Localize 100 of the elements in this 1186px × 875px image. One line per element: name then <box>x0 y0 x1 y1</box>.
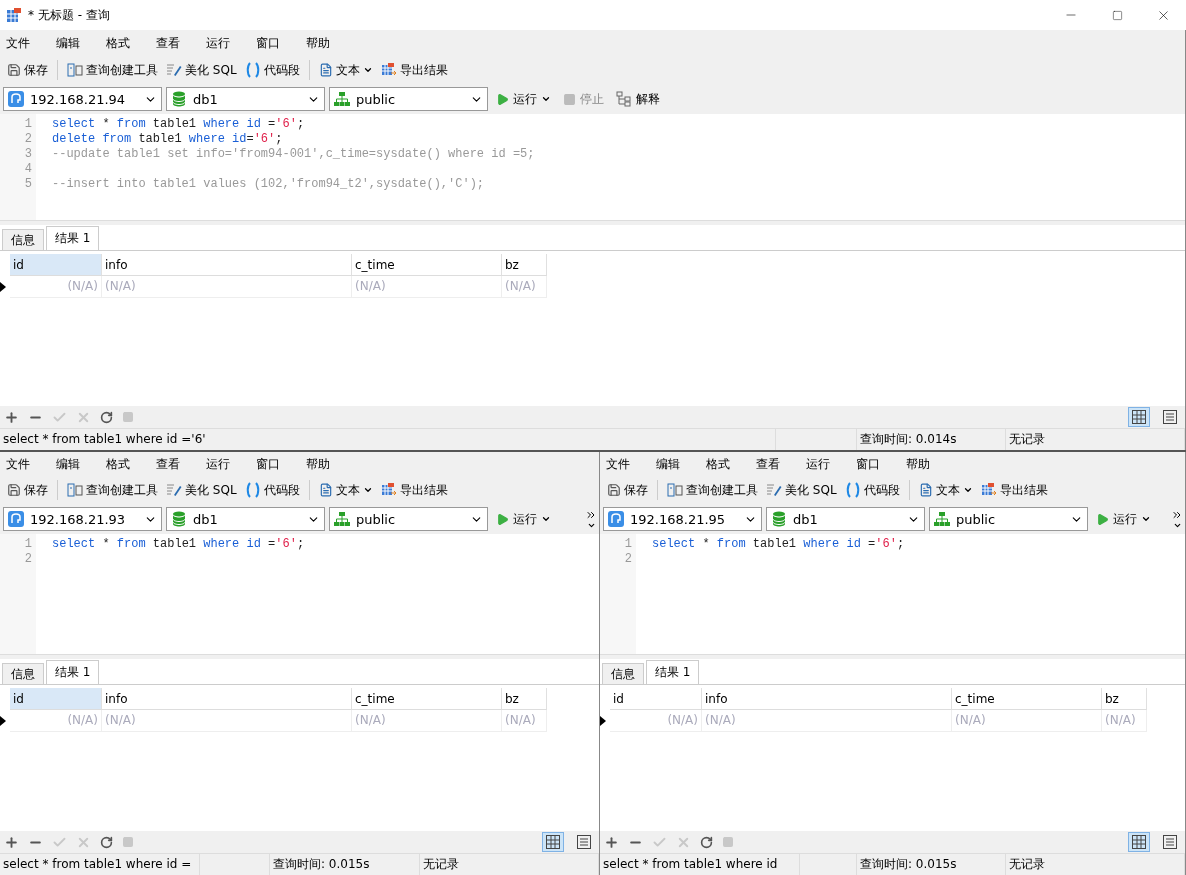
toolbar-button[interactable]: 代码段 <box>241 479 303 501</box>
column-header[interactable]: c_time <box>352 688 502 710</box>
column-header[interactable]: id <box>10 688 102 710</box>
database-select[interactable]: db1 <box>166 87 325 111</box>
column-header[interactable]: c_time <box>352 254 502 276</box>
toolbar-button[interactable]: 美化 SQL <box>163 479 240 501</box>
menu-item[interactable]: 帮助 <box>902 452 952 476</box>
export-icon <box>980 482 997 498</box>
add-icon[interactable] <box>4 834 19 850</box>
database-select[interactable]: db1 <box>166 507 325 531</box>
menu-item[interactable]: 编辑 <box>52 30 102 56</box>
toolbar-button[interactable]: 运行 <box>1092 508 1155 530</box>
menu-item[interactable]: 窗口 <box>852 452 902 476</box>
line-number: 4 <box>23 162 33 177</box>
menu-item[interactable]: 格式 <box>102 452 152 476</box>
table-cell: (N/A) <box>352 710 502 732</box>
beautify-icon <box>166 483 182 497</box>
refresh-icon[interactable] <box>100 835 113 849</box>
schema-select[interactable]: public <box>329 87 488 111</box>
grid-view-button[interactable] <box>1128 832 1150 852</box>
menu-item[interactable]: 编辑 <box>652 452 702 476</box>
save-icon <box>7 63 21 77</box>
column-header[interactable]: info <box>102 254 352 276</box>
menu-item[interactable]: 查看 <box>152 452 202 476</box>
menu-item[interactable]: 查看 <box>752 452 802 476</box>
record-count: 无记录 <box>1006 429 1185 450</box>
toolbar-button[interactable]: 美化 SQL <box>763 479 840 501</box>
toolbar-button[interactable]: 解释 <box>612 88 664 110</box>
menu-item[interactable]: 查看 <box>152 30 202 56</box>
result-tab[interactable]: 结果 1 <box>46 660 100 684</box>
column-header[interactable]: bz <box>502 254 547 276</box>
toolbar-button[interactable]: 文本 <box>915 479 976 501</box>
toolbar-button[interactable]: 保存 <box>604 479 651 501</box>
toolbar-button[interactable]: 保存 <box>4 59 51 81</box>
toolbar-button[interactable]: 查询创建工具 <box>664 479 761 501</box>
schema-select[interactable]: public <box>929 507 1088 531</box>
menu-item[interactable]: 帮助 <box>302 30 352 56</box>
tree-icon <box>616 91 632 107</box>
column-header[interactable]: id <box>610 688 702 710</box>
toolbar-button[interactable]: 文本 <box>315 59 376 81</box>
menu-item[interactable]: 运行 <box>802 452 852 476</box>
toolbar-button[interactable]: 导出结果 <box>377 479 451 501</box>
line-number: 2 <box>23 132 33 147</box>
menu-item[interactable]: 文件 <box>2 30 52 56</box>
toolbar-button[interactable]: 代码段 <box>241 59 303 81</box>
elephant-icon <box>8 511 24 527</box>
toolbar-button[interactable]: 运行 <box>492 508 555 530</box>
result-tab[interactable]: 信息 <box>602 663 644 684</box>
column-header[interactable]: info <box>702 688 952 710</box>
toolbar-button[interactable]: 保存 <box>4 479 51 501</box>
toolbar-button[interactable]: 导出结果 <box>377 59 451 81</box>
menu-item[interactable]: 格式 <box>102 30 152 56</box>
column-header[interactable]: id <box>10 254 102 276</box>
connection-select[interactable]: 192.168.21.94 <box>3 87 162 111</box>
toolbar-button[interactable]: 运行 <box>492 88 555 110</box>
add-icon[interactable] <box>604 834 619 850</box>
grid-view-button[interactable] <box>542 832 564 852</box>
toolbar-button[interactable]: 文本 <box>315 479 376 501</box>
connection-select[interactable]: 192.168.21.93 <box>3 507 162 531</box>
sql-editor[interactable]: 1 2 select * from table1 where id ='6'; <box>600 534 1185 654</box>
table-cell: (N/A) <box>502 276 547 298</box>
table-cell: (N/A) <box>1102 710 1147 732</box>
refresh-icon[interactable] <box>100 410 113 424</box>
toolbar-button[interactable]: 查询创建工具 <box>64 479 161 501</box>
column-header[interactable]: c_time <box>952 688 1102 710</box>
toolbar-button[interactable]: 美化 SQL <box>163 59 240 81</box>
menu-item[interactable]: 文件 <box>2 452 52 476</box>
result-tab[interactable]: 信息 <box>2 229 44 250</box>
result-tab[interactable]: 结果 1 <box>646 660 700 684</box>
record-count: 无记录 <box>1006 854 1185 875</box>
menu-item[interactable]: 帮助 <box>302 452 352 476</box>
menu-item[interactable]: 格式 <box>702 452 752 476</box>
result-tab[interactable]: 信息 <box>2 663 44 684</box>
grid-view-button[interactable] <box>1128 407 1150 427</box>
schema-select[interactable]: public <box>329 507 488 531</box>
query-builder-icon <box>67 63 83 77</box>
toolbar-button[interactable]: 查询创建工具 <box>64 59 161 81</box>
connection-select[interactable]: 192.168.21.95 <box>603 507 762 531</box>
column-header[interactable]: info <box>102 688 352 710</box>
toolbar-button[interactable]: 代码段 <box>841 479 903 501</box>
caret-icon <box>362 65 373 75</box>
column-header[interactable]: bz <box>1102 688 1147 710</box>
refresh-icon[interactable] <box>700 835 713 849</box>
menu-item[interactable]: 编辑 <box>52 452 102 476</box>
database-icon <box>171 91 187 107</box>
menu-item[interactable]: 窗口 <box>252 30 302 56</box>
toolbar-button[interactable]: 导出结果 <box>977 479 1051 501</box>
query-builder-icon <box>667 483 683 497</box>
menu-item[interactable]: 运行 <box>202 30 252 56</box>
sql-editor[interactable]: 1 2 select * from table1 where id ='6'; <box>0 534 599 654</box>
sql-editor[interactable]: 1 2 3 4 5 select * from table1 where id ='6'; delete from table1 where id='6'; --update table1 set info='from94-001',c_time=sysdate() where id =5; --insert into table1 values (102,'from94_t2',sysdate(),'C'); <box>0 114 1185 220</box>
menu-item[interactable]: 窗口 <box>252 452 302 476</box>
parentheses-icon <box>244 482 261 498</box>
database-select[interactable]: db1 <box>766 507 925 531</box>
menu-item[interactable]: 运行 <box>202 452 252 476</box>
column-header[interactable]: bz <box>502 688 547 710</box>
add-icon[interactable] <box>4 409 19 425</box>
database-icon <box>771 511 787 527</box>
result-tab[interactable]: 结果 1 <box>46 226 100 250</box>
menu-item[interactable]: 文件 <box>602 452 652 476</box>
